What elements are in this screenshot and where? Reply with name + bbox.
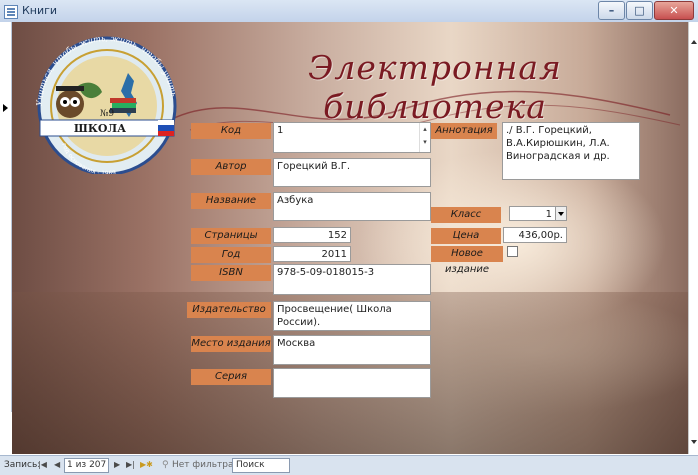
search-input[interactable]: Поиск — [232, 458, 290, 473]
klass-value: 1 — [545, 209, 552, 220]
scroll-down-icon[interactable] — [691, 440, 697, 444]
label-publisher: Издательство — [187, 302, 271, 318]
maximize-button[interactable]: □ — [626, 1, 653, 20]
school-logo: №9 ШКОЛА Учиться, чтобы жить, жить, чтоб… — [35, 34, 178, 174]
klass-combo[interactable]: 1 — [509, 206, 567, 221]
last-record-icon[interactable]: ▶| — [126, 460, 135, 469]
annotation-field[interactable]: ./ В.Г. Горецкий, В.А.Кирюшкин, Л.А. Вин… — [502, 122, 640, 180]
first-record-icon[interactable]: |◀ — [38, 460, 47, 469]
record-selector[interactable] — [0, 22, 12, 412]
label-place: Место издания — [191, 336, 271, 352]
label-name: Название — [191, 193, 271, 209]
isbn-field[interactable]: 978-5-09-018015-3 — [273, 264, 431, 295]
place-field[interactable]: Москва — [273, 335, 431, 365]
next-record-icon[interactable]: ▶ — [114, 460, 120, 469]
series-field[interactable] — [273, 368, 431, 398]
record-label: Запись: — [4, 460, 41, 470]
label-new-edition: Новое издание — [431, 246, 503, 275]
filter-status[interactable]: Нет фильтра — [172, 460, 233, 470]
record-position-input[interactable]: 1 из 207 — [64, 458, 110, 473]
header-title: Электронная библиотека — [308, 48, 562, 126]
author-field[interactable]: Горецкий В.Г. — [273, 158, 431, 187]
label-series: Серия — [191, 369, 271, 385]
label-annotation: Аннотация — [431, 123, 497, 139]
scroll-up-icon[interactable] — [691, 40, 697, 44]
kod-field-scrollbar[interactable]: ▴ ▾ — [419, 123, 430, 152]
logo-school: ШКОЛА — [74, 122, 126, 135]
label-pages: Страницы — [191, 228, 271, 244]
label-author: Автор — [191, 159, 271, 175]
pages-field[interactable]: 152 — [273, 227, 351, 243]
label-kod: Код — [191, 123, 271, 139]
label-year: Год — [191, 247, 271, 263]
logo-number: №9 — [100, 109, 115, 119]
title-bar: Книги – □ ✕ — [0, 0, 698, 23]
kod-field[interactable]: 1 ▴ ▾ — [273, 122, 431, 153]
new-record-icon[interactable]: ▶✱ — [140, 460, 153, 469]
label-klass: Класс — [431, 207, 501, 223]
publisher-field[interactable]: Просвещение( Школа России). — [273, 301, 431, 331]
filter-icon: ⚲ — [162, 460, 169, 470]
price-field[interactable]: 436,00р. — [503, 227, 567, 243]
table-icon — [4, 5, 18, 19]
label-price: Цена — [431, 228, 501, 244]
vertical-scrollbar[interactable] — [688, 22, 698, 454]
label-isbn: ISBN — [191, 265, 271, 281]
name-field[interactable]: Азбука — [273, 192, 431, 221]
minimize-button[interactable]: – — [598, 1, 625, 20]
current-record-arrow-icon — [3, 104, 8, 112]
year-field[interactable]: 2011 — [273, 246, 351, 262]
kod-value: 1 — [277, 125, 284, 136]
prev-record-icon[interactable]: ◀ — [54, 460, 60, 469]
chevron-down-icon[interactable] — [555, 207, 566, 220]
new-edition-checkbox[interactable] — [507, 246, 518, 257]
window-controls: – □ ✕ — [597, 1, 694, 20]
window-title: Книги — [22, 4, 58, 17]
close-button[interactable]: ✕ — [654, 1, 694, 20]
record-navigation-bar: Запись: |◀ ◀ 1 из 207 ▶ ▶| ▶✱ ⚲ Нет филь… — [0, 455, 698, 475]
